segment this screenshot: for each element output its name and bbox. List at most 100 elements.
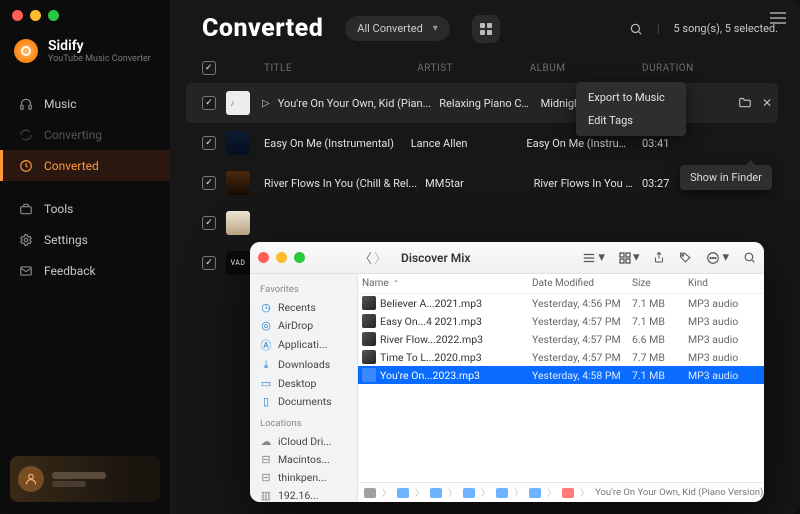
finder-share-button[interactable] bbox=[653, 251, 665, 264]
track-duration: 03:41 bbox=[642, 137, 712, 150]
finder-search-button[interactable] bbox=[743, 251, 756, 264]
select-all-checkbox[interactable] bbox=[202, 61, 216, 75]
ctx-export-to-music[interactable]: Export to Music bbox=[576, 86, 686, 109]
track-title: You're On Your Own, Kid (Pian... bbox=[278, 97, 440, 110]
track-title: Easy On Me (Instrumental) bbox=[264, 137, 402, 150]
divider: | bbox=[657, 22, 660, 35]
finder-row[interactable]: Easy On...4 2021.mp3Yesterday, 4:57 PM7.… bbox=[358, 312, 764, 330]
row-checkbox[interactable] bbox=[202, 176, 216, 190]
airdrop-icon: ◎ bbox=[260, 319, 272, 332]
finder-tags-button[interactable] bbox=[679, 251, 692, 264]
user-card[interactable] bbox=[10, 456, 160, 502]
col-artist[interactable]: ARTIST bbox=[417, 63, 529, 74]
row-checkbox[interactable] bbox=[202, 96, 216, 110]
search-button[interactable] bbox=[629, 22, 643, 36]
show-in-finder-button[interactable] bbox=[738, 96, 752, 110]
finder-sidebar-desktop[interactable]: ▭Desktop bbox=[250, 374, 357, 392]
table-header: TITLE ARTIST ALBUM DURATION bbox=[186, 57, 778, 83]
finder-row[interactable]: You're On...2023.mp3Yesterday, 4:58 PM7.… bbox=[358, 366, 764, 384]
finder-back-button[interactable]: 〈 bbox=[359, 248, 372, 267]
menu-icon[interactable] bbox=[770, 12, 786, 24]
finder-row[interactable]: Believer A...2021.mp3Yesterday, 4:56 PM7… bbox=[358, 294, 764, 312]
col-title[interactable]: TITLE bbox=[264, 63, 417, 74]
col-album[interactable]: ALBUM bbox=[530, 63, 642, 74]
path-segment[interactable] bbox=[496, 488, 508, 498]
finder-sidebar-airdrop[interactable]: ◎AirDrop bbox=[250, 316, 357, 334]
path-segment[interactable] bbox=[562, 488, 574, 498]
nav-converted[interactable]: Converted bbox=[0, 150, 170, 181]
tooltip-show-in-finder: Show in Finder bbox=[680, 165, 772, 190]
finder-view-list-button[interactable]: ▾ bbox=[582, 250, 605, 265]
finder-path-bar[interactable]: 〉 〉 〉 〉 〉 〉 〉 You're On Your Own, Kid (P… bbox=[358, 482, 764, 502]
path-segment[interactable] bbox=[364, 488, 376, 498]
table-row[interactable] bbox=[186, 203, 778, 243]
finder-sidebar-recents[interactable]: ◷Recents bbox=[250, 298, 357, 316]
brand-logo bbox=[14, 39, 38, 63]
play-icon[interactable]: ▷ bbox=[262, 98, 270, 109]
row-checkbox[interactable] bbox=[202, 216, 216, 230]
brand: Sidify YouTube Music Converter bbox=[0, 34, 170, 82]
finder-minimize-button[interactable] bbox=[276, 252, 287, 263]
user-meta-placeholder bbox=[52, 472, 106, 487]
ctx-edit-tags[interactable]: Edit Tags bbox=[576, 109, 686, 132]
nav-label: Settings bbox=[44, 233, 88, 247]
finder-group-button[interactable]: ▾ bbox=[619, 250, 640, 265]
finder-traffic-lights bbox=[258, 252, 305, 263]
album-art: VAD bbox=[226, 251, 250, 275]
nav-settings[interactable]: Settings bbox=[0, 224, 170, 255]
file-icon bbox=[362, 296, 376, 310]
path-segment[interactable] bbox=[397, 488, 409, 498]
nav-converting[interactable]: Converting bbox=[0, 119, 170, 150]
close-window-button[interactable] bbox=[12, 10, 23, 21]
finder-sidebar-applications[interactable]: ⒶApplicati... bbox=[250, 334, 357, 355]
finder-row[interactable]: River Flow...2022.mp3Yesterday, 4:57 PM6… bbox=[358, 330, 764, 348]
track-artist: Lance Allen bbox=[411, 137, 527, 150]
user-avatar-icon bbox=[18, 466, 44, 492]
gear-icon bbox=[18, 232, 33, 247]
finder-sidebar-documents[interactable]: ▯Documents bbox=[250, 392, 357, 410]
sidebar: Sidify YouTube Music Converter Music Con… bbox=[0, 0, 170, 514]
table-row[interactable]: Easy On Me (Instrumental) Lance Allen Ea… bbox=[186, 123, 778, 163]
finder-row[interactable]: Time To L...2020.mp3Yesterday, 4:57 PM7.… bbox=[358, 348, 764, 366]
nav-tools[interactable]: Tools bbox=[0, 193, 170, 224]
remove-button[interactable]: ✕ bbox=[762, 96, 772, 110]
filter-select[interactable]: All Converted ▾ bbox=[345, 16, 450, 41]
finder-sidebar-thinkpen[interactable]: ⊟thinkpen... bbox=[250, 468, 357, 486]
track-title: River Flows In You (Chill & Rel... bbox=[264, 177, 425, 190]
minimize-window-button[interactable] bbox=[30, 10, 41, 21]
finder-col-name[interactable]: Name⌃ bbox=[362, 278, 532, 289]
finder-col-kind[interactable]: Kind bbox=[688, 278, 756, 289]
path-segment[interactable] bbox=[529, 488, 541, 498]
fullscreen-window-button[interactable] bbox=[48, 10, 59, 21]
app-window: Sidify YouTube Music Converter Music Con… bbox=[0, 0, 800, 514]
col-duration[interactable]: DURATION bbox=[642, 63, 712, 74]
nav-feedback[interactable]: Feedback bbox=[0, 255, 170, 286]
headphones-icon bbox=[18, 96, 33, 111]
row-checkbox[interactable] bbox=[202, 136, 216, 150]
nav-music[interactable]: Music bbox=[0, 88, 170, 119]
row-checkbox[interactable] bbox=[202, 256, 216, 270]
clock-icon: ◷ bbox=[260, 301, 272, 314]
disk-icon: ⊟ bbox=[260, 453, 272, 466]
path-file[interactable]: You're On Your Own, Kid (Piano Version) … bbox=[595, 487, 764, 498]
finder-column-header: Name⌃ Date Modified Size Kind bbox=[358, 274, 764, 294]
finder-sidebar-downloads[interactable]: ⤓Downloads bbox=[250, 355, 357, 374]
finder-sidebar-icloud[interactable]: ☁iCloud Dri... bbox=[250, 432, 357, 450]
finder-col-date[interactable]: Date Modified bbox=[532, 278, 632, 289]
nav-label: Converting bbox=[44, 128, 102, 142]
finder-more-button[interactable]: ▾ bbox=[706, 250, 729, 265]
view-grid-button[interactable] bbox=[472, 15, 500, 43]
finder-favorites-heading: Favorites bbox=[250, 282, 357, 298]
finder-forward-button[interactable]: 〉 bbox=[374, 248, 387, 267]
path-segment[interactable] bbox=[430, 488, 442, 498]
nav: Music Converting Converted Tools Se bbox=[0, 88, 170, 286]
nav-label: Converted bbox=[44, 159, 99, 173]
finder-sidebar-macintosh[interactable]: ⊟Macintos... bbox=[250, 450, 357, 468]
finder-close-button[interactable] bbox=[258, 252, 269, 263]
finder-col-size[interactable]: Size bbox=[632, 278, 688, 289]
track-artist: Relaxing Piano Covers bbox=[439, 97, 540, 110]
finder-sidebar-ip[interactable]: ▥192.16... bbox=[250, 486, 357, 502]
finder-fullscreen-button[interactable] bbox=[294, 252, 305, 263]
table-row[interactable]: ▷ You're On Your Own, Kid (Pian... Relax… bbox=[186, 83, 778, 123]
path-segment[interactable] bbox=[463, 488, 475, 498]
